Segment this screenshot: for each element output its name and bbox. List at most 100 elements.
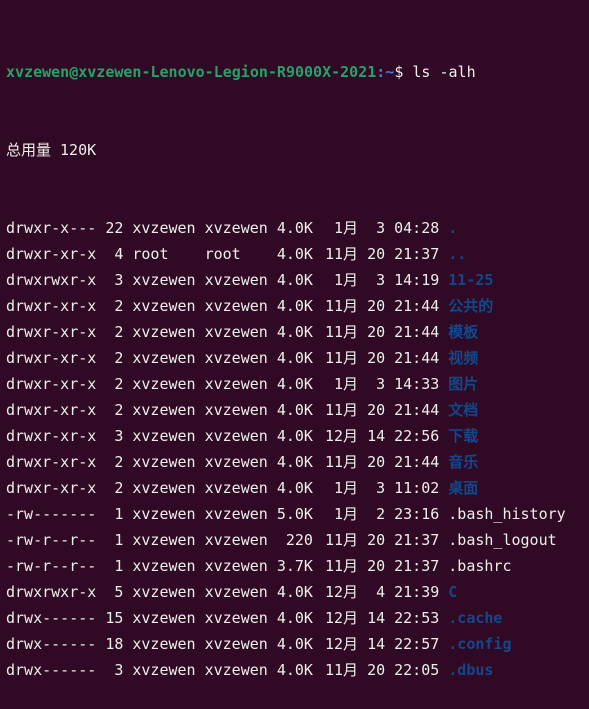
entry-month: 11月: [324, 297, 359, 315]
entry-month: 11月: [324, 661, 359, 679]
entry-name: 下载: [448, 427, 479, 445]
entry-links: 2: [114, 401, 124, 419]
terminal-output[interactable]: xvzewen@xvzewen-Lenovo-Legion-R9000X-202…: [6, 7, 566, 709]
entry-size: 4.0K: [276, 375, 313, 393]
entry-links: 22: [105, 219, 124, 237]
entry-month: 12月: [324, 609, 359, 627]
prompt-symbol: $: [394, 63, 413, 81]
listing-row: drwxr-xr-x 2 xvzewen xvzewen 4.0K 11月 20 21:44 音…: [6, 449, 566, 475]
entry-owner: xvzewen: [132, 401, 196, 419]
entry-time: 14:19: [394, 271, 440, 289]
entry-size: 5.0K: [276, 505, 313, 523]
entry-size: 4.0K: [276, 427, 313, 445]
entry-name: 音乐: [448, 453, 479, 471]
entry-time: 22:57: [394, 635, 440, 653]
entry-name: 桌面: [448, 479, 479, 497]
entry-links: 2: [114, 479, 124, 497]
entry-day: 20: [367, 531, 386, 549]
entry-group: xvzewen: [204, 453, 268, 471]
entry-perm: drwxr-xr-x: [6, 245, 97, 263]
listing-row: -rw-r--r-- 1 xvzewen xvzewen 3.7K 11月 20 21:37.…: [6, 553, 566, 579]
prompt-path: :~: [376, 63, 395, 81]
entry-time: 23:16: [394, 505, 440, 523]
entry-group: xvzewen: [204, 427, 268, 445]
listing-row: drwxr-xr-x 2 xvzewen xvzewen 4.0K 11月 20 21:44 模…: [6, 319, 566, 345]
entry-month: 1月: [334, 479, 359, 497]
listing-row: drwx------ 18 xvzewen xvzewen 4.0K 12月 14 22:57…: [6, 631, 566, 657]
entry-owner: xvzewen: [132, 479, 196, 497]
entry-time: 21:44: [394, 453, 440, 471]
entry-day: 14: [367, 427, 386, 445]
entry-owner: xvzewen: [132, 583, 196, 601]
entry-name: .bashrc: [448, 557, 512, 575]
entry-day: 20: [367, 661, 386, 679]
entry-size: 4.0K: [276, 661, 313, 679]
listing-row: drwxr-xr-x 3 xvzewen xvzewen 4.0K 12月 14 22:56 下…: [6, 423, 566, 449]
entry-group: xvzewen: [204, 297, 268, 315]
entry-day: 14: [367, 609, 386, 627]
listing-row: -rw------- 1 xvzewen xvzewen 5.0K 1月 2 23:16 .ba…: [6, 501, 566, 527]
entry-perm: drwx------: [6, 609, 97, 627]
entry-size: 4.0K: [276, 245, 313, 263]
entry-name: .bash_history: [448, 505, 566, 523]
entry-day: 3: [376, 479, 386, 497]
entry-month: 12月: [324, 635, 359, 653]
entry-owner: xvzewen: [132, 531, 196, 549]
entry-name: 公共的: [448, 297, 494, 315]
entry-day: 20: [367, 453, 386, 471]
entry-links: 4: [114, 245, 124, 263]
entry-name: .cache: [448, 609, 503, 627]
entry-group: xvzewen: [204, 323, 268, 341]
entry-group: xvzewen: [204, 583, 268, 601]
entry-name: ..: [448, 245, 467, 263]
entry-owner: xvzewen: [132, 609, 196, 627]
entry-owner: xvzewen: [132, 557, 196, 575]
entry-perm: drwxr-xr-x: [6, 349, 97, 367]
entry-size: 4.0K: [276, 401, 313, 419]
entry-links: 5: [114, 583, 124, 601]
listing-row: -rw-r--r-- 1 xvzewen xvzewen 220 11月 20 21:37 .b…: [6, 527, 566, 553]
entry-time: 21:44: [394, 297, 440, 315]
entry-name: 图片: [448, 375, 479, 393]
entry-owner: xvzewen: [132, 375, 196, 393]
entry-month: 11月: [324, 401, 359, 419]
listing-row: drwxr-xr-x 2 xvzewen xvzewen 4.0K 1月 3 14:33 图片: [6, 371, 566, 397]
entry-name: .bash_logout: [448, 531, 557, 549]
entry-owner: xvzewen: [132, 427, 196, 445]
entry-time: 14:33: [394, 375, 440, 393]
entry-perm: drwxr-xr-x: [6, 401, 97, 419]
entry-size: 4.0K: [276, 635, 313, 653]
listing-row: drwxr-xr-x 4 root root 4.0K 11月 20 21:37..: [6, 241, 566, 267]
entry-links: 3: [114, 661, 124, 679]
entry-perm: -rw-------: [6, 505, 97, 523]
entry-day: 20: [367, 297, 386, 315]
entry-group: xvzewen: [204, 505, 268, 523]
entry-month: 1月: [334, 271, 359, 289]
entry-owner: xvzewen: [132, 505, 196, 523]
entry-name: 文档: [448, 401, 479, 419]
entry-month: 11月: [324, 323, 359, 341]
entry-links: 3: [114, 427, 124, 445]
entry-size: 4.0K: [276, 583, 313, 601]
entry-month: 12月: [324, 583, 359, 601]
entry-name: C: [448, 583, 458, 601]
entry-owner: root: [132, 245, 169, 263]
entry-size: 4.0K: [276, 479, 313, 497]
entry-perm: drwxr-xr-x: [6, 453, 97, 471]
entry-size: 4.0K: [276, 323, 313, 341]
entry-time: 21:44: [394, 349, 440, 367]
listing-row: drwxr-xr-x 2 xvzewen xvzewen 4.0K 11月 20 21:44 公…: [6, 293, 566, 319]
entry-name: 11-25: [448, 271, 494, 289]
entry-time: 11:02: [394, 479, 440, 497]
prompt-user-host: xvzewen@xvzewen-Lenovo-Legion-R9000X-202…: [6, 63, 377, 81]
entry-size: 4.0K: [276, 609, 313, 627]
entry-name: 视频: [448, 349, 479, 367]
entry-group: xvzewen: [204, 479, 268, 497]
entry-name: 模板: [448, 323, 479, 341]
entry-time: 22:53: [394, 609, 440, 627]
entry-perm: drwxr-xr-x: [6, 427, 97, 445]
entry-owner: xvzewen: [132, 661, 196, 679]
listing: drwxr-x--- 22 xvzewen xvzewen 4.0K 1月 3 04:28. d…: [6, 215, 566, 683]
entry-month: 11月: [324, 531, 359, 549]
entry-owner: xvzewen: [132, 349, 196, 367]
